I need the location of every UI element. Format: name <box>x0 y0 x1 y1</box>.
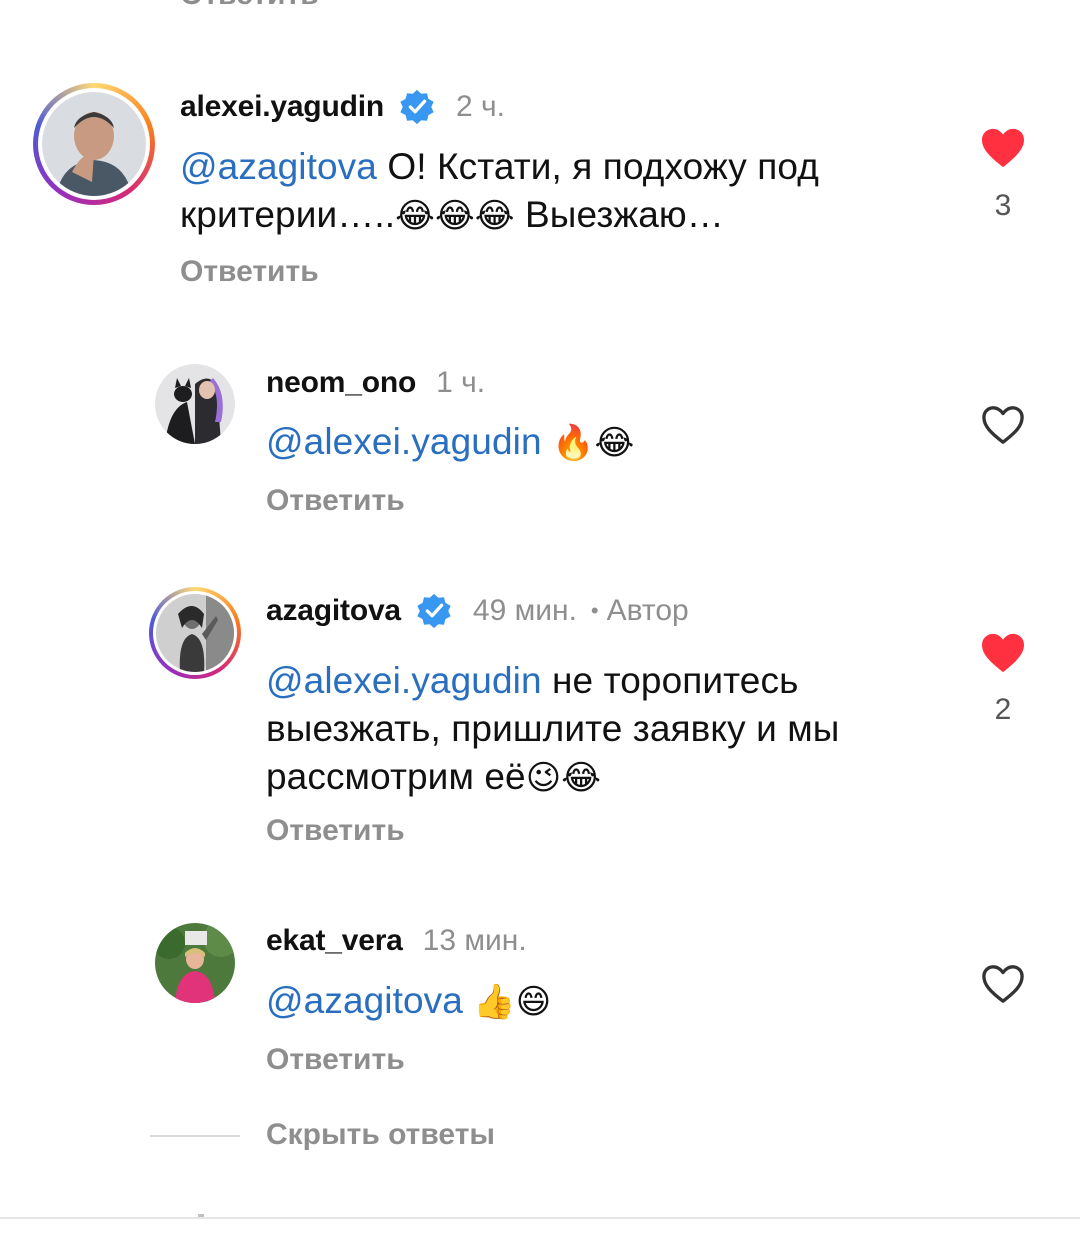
mention-link[interactable]: @azagitova <box>266 980 463 1021</box>
avatar[interactable] <box>155 923 235 1003</box>
bottom-tick <box>198 1214 204 1217</box>
reply-button[interactable]: Ответить <box>266 1043 405 1077</box>
comment-ekat-vera: ekat_vera 13 мин. @azagitova 👍😄 Ответить <box>0 0 1080 1100</box>
thumbs-up-smile-emoji-icon: 👍😄 <box>473 982 552 1022</box>
hide-replies-divider <box>150 1135 240 1137</box>
heart-outline-icon[interactable] <box>980 963 1026 1005</box>
username[interactable]: ekat_vera <box>266 924 403 958</box>
bottom-divider <box>0 1217 1080 1219</box>
comment-text: @azagitova 👍😄 <box>266 977 946 1026</box>
hide-replies-button[interactable]: Скрыть ответы <box>266 1118 495 1152</box>
timestamp: 13 мин. <box>422 924 527 957</box>
